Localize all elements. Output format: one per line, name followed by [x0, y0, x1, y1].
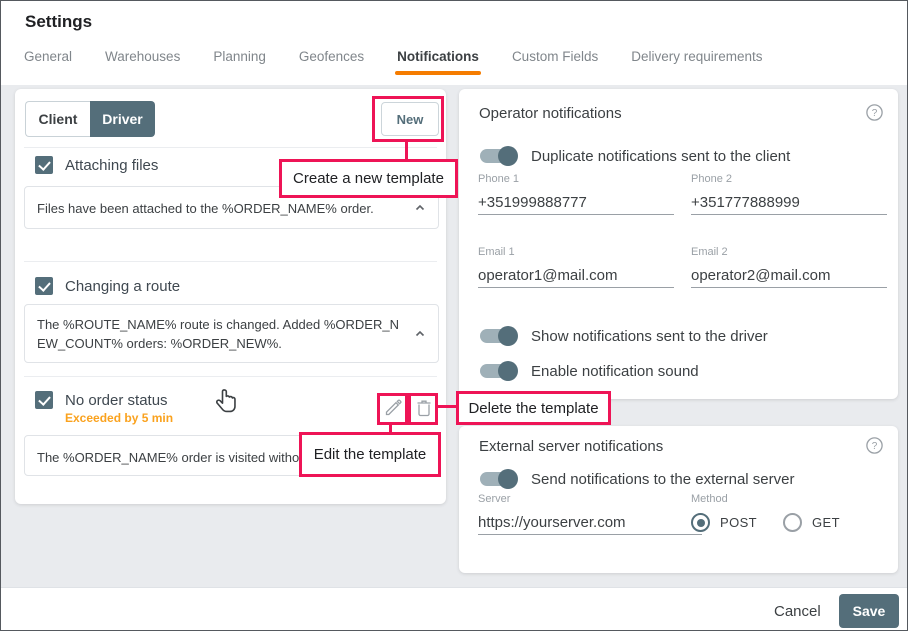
- divider: [24, 376, 437, 377]
- tab-delivery-requirements[interactable]: Delivery requirements: [631, 49, 762, 78]
- toggle-label: Enable notification sound: [531, 363, 699, 380]
- chevron-up-icon[interactable]: [414, 202, 426, 214]
- field-label: Server: [478, 493, 511, 505]
- annotation-create-template: Create a new template: [279, 159, 458, 198]
- svg-text:?: ?: [872, 108, 878, 119]
- tab-custom-fields[interactable]: Custom Fields: [512, 49, 598, 78]
- field-label: Phone 2: [691, 173, 732, 185]
- template-text-box[interactable]: The %ROUTE_NAME% route is changed. Added…: [24, 304, 439, 363]
- phone2-input[interactable]: [691, 191, 887, 215]
- email2-input[interactable]: [691, 264, 887, 288]
- tab-general[interactable]: General: [24, 49, 72, 78]
- method-radio-group: POST GET: [691, 513, 840, 532]
- show-driver-notifications-toggle[interactable]: [478, 326, 518, 346]
- tab-warehouses[interactable]: Warehouses: [105, 49, 180, 78]
- notification-sound-toggle[interactable]: [478, 361, 518, 381]
- annotation-connector: [438, 405, 456, 408]
- field-label: Email 2: [691, 246, 728, 258]
- template-text: The %ROUTE_NAME% route is changed. Added…: [37, 317, 399, 351]
- divider: [24, 147, 437, 148]
- svg-text:?: ?: [872, 441, 878, 452]
- divider: [24, 261, 437, 262]
- annotation-connector: [405, 142, 408, 159]
- external-server-toggle[interactable]: [478, 469, 518, 489]
- template-row-attaching-files: Attaching files: [35, 156, 158, 174]
- no-order-status-checkbox[interactable]: [35, 391, 53, 409]
- duplicate-notifications-toggle[interactable]: [478, 146, 518, 166]
- help-icon[interactable]: ?: [866, 104, 883, 121]
- field-label: Phone 1: [478, 173, 519, 185]
- client-tab-button[interactable]: Client: [25, 101, 90, 137]
- annotation-box-edit-icon: [377, 393, 408, 425]
- annotation-edit-template: Edit the template: [299, 432, 441, 477]
- settings-window: Settings General Warehouses Planning Geo…: [0, 0, 908, 631]
- template-row-changing-route: Changing a route: [35, 277, 180, 295]
- panel-title: External server notifications: [479, 438, 664, 455]
- attaching-files-checkbox[interactable]: [35, 156, 53, 174]
- radio-label: POST: [720, 515, 757, 530]
- hand-cursor-icon: [215, 389, 236, 413]
- phone1-input[interactable]: [478, 191, 674, 215]
- page-title: Settings: [25, 12, 93, 31]
- tab-bar: General Warehouses Planning Geofences No…: [24, 49, 763, 78]
- template-row-no-order-status: No order status: [35, 391, 168, 409]
- toggle-label: Duplicate notifications sent to the clie…: [531, 148, 791, 165]
- template-label: No order status: [65, 391, 168, 409]
- email1-input[interactable]: [478, 264, 674, 288]
- annotation-box-delete-icon: [408, 393, 438, 425]
- exceeded-warning-text: Exceeded by 5 min: [65, 411, 174, 425]
- operator-notifications-panel: Operator notifications ? Duplicate notif…: [459, 89, 898, 399]
- footer-bar: Cancel Save: [1, 587, 907, 630]
- field-label: Email 1: [478, 246, 515, 258]
- tab-planning[interactable]: Planning: [213, 49, 266, 78]
- external-server-panel: External server notifications ? Send not…: [459, 426, 898, 573]
- changing-route-checkbox[interactable]: [35, 277, 53, 295]
- panel-title: Operator notifications: [479, 105, 622, 122]
- help-icon[interactable]: ?: [866, 437, 883, 454]
- audience-segmented-control: Client Driver: [25, 101, 155, 137]
- field-label: Method: [691, 493, 728, 505]
- tab-geofences[interactable]: Geofences: [299, 49, 364, 78]
- annotation-box-new-button: [372, 96, 444, 142]
- toggle-label: Send notifications to the external serve…: [531, 471, 795, 488]
- server-url-input[interactable]: [478, 511, 702, 535]
- driver-tab-button[interactable]: Driver: [90, 101, 155, 137]
- radio-label: GET: [812, 515, 840, 530]
- toggle-label: Show notifications sent to the driver: [531, 328, 768, 345]
- template-label: Changing a route: [65, 277, 181, 295]
- annotation-delete-template: Delete the template: [456, 391, 611, 425]
- header: Settings General Warehouses Planning Geo…: [1, 1, 907, 85]
- get-radio[interactable]: [783, 513, 802, 532]
- chevron-up-icon[interactable]: [414, 328, 426, 340]
- post-radio[interactable]: [691, 513, 710, 532]
- cancel-button[interactable]: Cancel: [764, 595, 831, 627]
- template-label: Attaching files: [65, 156, 159, 174]
- save-button[interactable]: Save: [839, 594, 899, 628]
- tab-notifications[interactable]: Notifications: [395, 49, 481, 78]
